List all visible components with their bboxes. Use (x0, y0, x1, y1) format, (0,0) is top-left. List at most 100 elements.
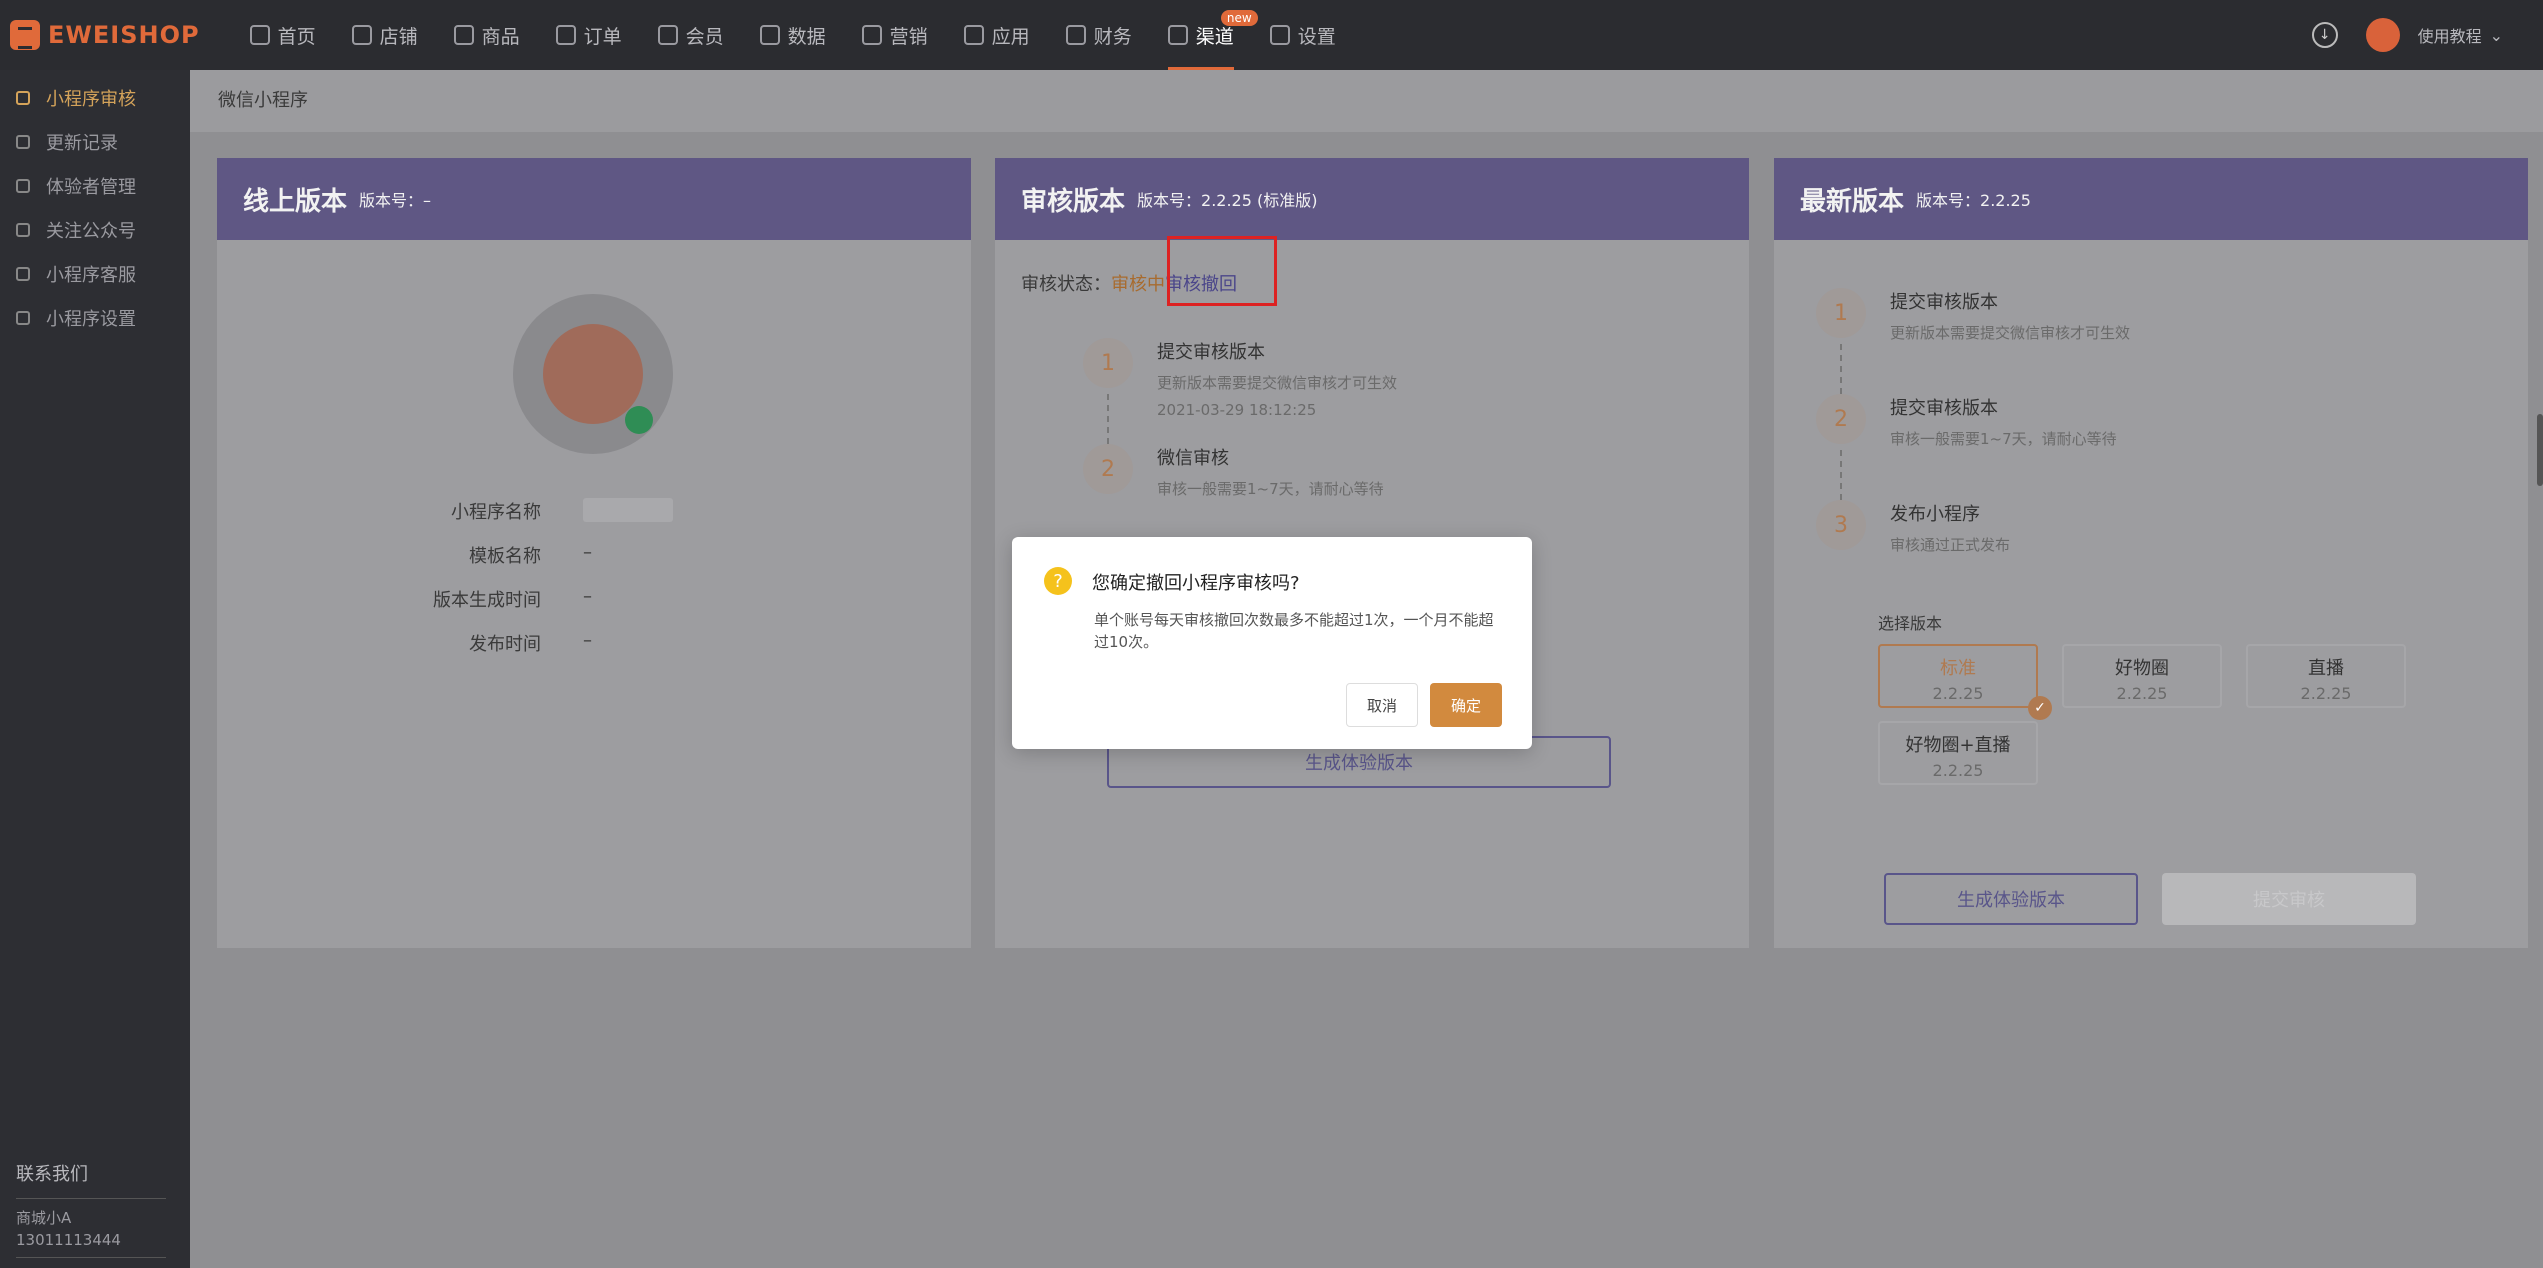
online-version-card: 线上版本 版本号：– 小程序名称 模板名称 – 版本生成时间 – 发布时间 – (217, 158, 971, 948)
version-option-live[interactable]: 直播 2.2.25 (2246, 644, 2406, 708)
nav-label: 商品 (481, 25, 520, 48)
option-version: 2.2.25 (1932, 761, 1984, 780)
cancel-button[interactable]: 取消 (1346, 683, 1418, 727)
download-icon[interactable]: ↓ (2311, 22, 2338, 48)
brand-logo[interactable]: EWEISHOP (10, 20, 200, 50)
option-name: 好物圈+直播 (1905, 735, 2011, 756)
step-connector (1840, 344, 1842, 394)
card-header: 最新版本 版本号：2.2.25 (1774, 158, 2528, 240)
qr-code (513, 294, 673, 454)
status-value: 审核中 (1111, 274, 1165, 295)
main-nav: 首页 店铺 商品 订单 会员 数据 营销 应用 财务 渠道 new 设置 (249, 0, 1372, 70)
nav-item-settings[interactable]: 设置 (1269, 0, 1336, 70)
sidebar-item-testers[interactable]: 体验者管理 (0, 164, 190, 208)
version-option-haowuquan[interactable]: 好物圈 2.2.25 (2062, 644, 2222, 708)
nav-item-data[interactable]: 数据 (759, 0, 826, 70)
nav-label: 财务 (1093, 25, 1132, 48)
step-item: 1 提交审核版本 更新版本需要提交微信审核才可生效 (1816, 288, 2130, 351)
nav-label: 会员 (685, 25, 724, 48)
card-header: 线上版本 版本号：– (217, 158, 971, 240)
settings-icon (16, 311, 30, 325)
store-icon (351, 25, 372, 45)
highlight-box (1167, 236, 1277, 306)
info-key: 模板名称 (469, 546, 541, 567)
step-item: 1 提交审核版本 更新版本需要提交微信审核才可生效 2021-03-29 18:12… (1083, 338, 1397, 427)
sidebar-item-follow[interactable]: 关注公众号 (0, 208, 190, 252)
nav-item-finance[interactable]: 财务 (1065, 0, 1132, 70)
contact-phone: 13011113444 (16, 1231, 121, 1249)
card-version: 版本号：2.2.25 (1916, 191, 2031, 210)
nav-label: 营销 (889, 25, 928, 48)
step-desc: 更新版本需要提交微信审核才可生效 (1157, 374, 1398, 392)
breadcrumb: 微信小程序 (190, 70, 2543, 132)
step-number: 3 (1816, 500, 1866, 550)
tag-icon (861, 25, 882, 45)
nav-item-channel[interactable]: 渠道 new (1167, 0, 1258, 70)
version-option-haowuquan-live[interactable]: 好物圈+直播 2.2.25 (1878, 721, 2038, 785)
nav-item-home[interactable]: 首页 (249, 0, 316, 70)
submit-review-button[interactable]: 提交审核 (2162, 873, 2416, 925)
sidebar-item-label: 小程序设置 (46, 309, 136, 330)
nav-item-store[interactable]: 店铺 (351, 0, 418, 70)
option-version: 2.2.25 (2116, 684, 2168, 703)
option-version: 2.2.25 (2300, 684, 2352, 703)
latest-version-card: 最新版本 版本号：2.2.25 1 提交审核版本 更新版本需要提交微信审核才可生效… (1774, 158, 2528, 948)
generate-trial-button[interactable]: 生成体验版本 (1884, 873, 2138, 925)
sidebar-item-label: 关注公众号 (46, 221, 136, 242)
step-title: 提交审核版本 (1890, 398, 1998, 419)
info-row: 小程序名称 (217, 498, 971, 527)
nav-item-apps[interactable]: 应用 (963, 0, 1030, 70)
sidebar-item-label: 小程序客服 (46, 265, 136, 286)
chart-icon (759, 25, 780, 45)
info-key: 版本生成时间 (433, 590, 541, 611)
sidebar-item-label: 体验者管理 (46, 177, 136, 198)
sidebar-item-update-log[interactable]: 更新记录 (0, 120, 190, 164)
info-key: 发布时间 (469, 634, 541, 655)
sidebar-item-review[interactable]: 小程序审核 (0, 76, 190, 120)
dialog-title: 您确定撤回小程序审核吗? (1092, 573, 1300, 594)
top-right-tools: ↓ 使用教程 ⌄ (2311, 0, 2503, 70)
nav-label: 首页 (277, 25, 316, 48)
step-number: 1 (1816, 288, 1866, 338)
version-option-standard[interactable]: 标准 2.2.25 ✓ (1878, 644, 2052, 720)
confirm-dialog: ? 您确定撤回小程序审核吗? 单个账号每天审核撤回次数最多不能超过1次，一个月不… (1012, 537, 1532, 749)
option-version: 2.2.25 (1932, 684, 1984, 703)
step-number: 1 (1083, 338, 1133, 388)
select-version-label: 选择版本 (1878, 614, 1943, 633)
chat-icon (16, 267, 30, 281)
step-desc: 审核一般需要1~7天，请耐心等待 (1890, 430, 2117, 448)
home-icon (249, 25, 270, 45)
info-value: – (583, 630, 592, 651)
nav-label: 应用 (991, 25, 1030, 48)
help-menu[interactable]: 使用教程 (2418, 23, 2482, 47)
info-row: 版本生成时间 – (217, 586, 971, 612)
avatar[interactable] (2365, 18, 2400, 52)
goods-icon (453, 25, 474, 45)
step-connector (1840, 450, 1842, 500)
step-desc: 审核通过正式发布 (1890, 536, 2011, 554)
top-navbar: EWEISHOP 首页 店铺 商品 订单 会员 数据 营销 应用 财务 渠道 ne… (0, 0, 2543, 70)
scroll-handle[interactable] (2537, 414, 2543, 486)
info-value (583, 498, 673, 527)
nav-item-marketing[interactable]: 营销 (861, 0, 928, 70)
sidebar-item-service[interactable]: 小程序客服 (0, 252, 190, 296)
sidebar-item-settings[interactable]: 小程序设置 (0, 296, 190, 340)
step-desc: 更新版本需要提交微信审核才可生效 (1890, 324, 2131, 342)
order-icon (555, 25, 576, 45)
nav-item-members[interactable]: 会员 (657, 0, 724, 70)
card-header: 审核版本 版本号：2.2.25 (标准版) (995, 158, 1749, 240)
nav-label: 订单 (583, 25, 622, 48)
nav-label: 数据 (787, 25, 826, 48)
new-badge: new (1220, 10, 1258, 26)
step-item: 3 发布小程序 审核通过正式发布 (1816, 500, 2010, 563)
option-name: 标准 (1940, 658, 1976, 679)
info-value: – (583, 586, 592, 607)
step-number: 2 (1083, 444, 1133, 494)
confirm-button[interactable]: 确定 (1430, 683, 1502, 727)
nav-item-orders[interactable]: 订单 (555, 0, 622, 70)
chevron-down-icon[interactable]: ⌄ (2490, 26, 2503, 45)
step-number: 2 (1816, 394, 1866, 444)
info-value: – (583, 542, 592, 563)
divider (16, 1257, 166, 1258)
nav-item-goods[interactable]: 商品 (453, 0, 520, 70)
